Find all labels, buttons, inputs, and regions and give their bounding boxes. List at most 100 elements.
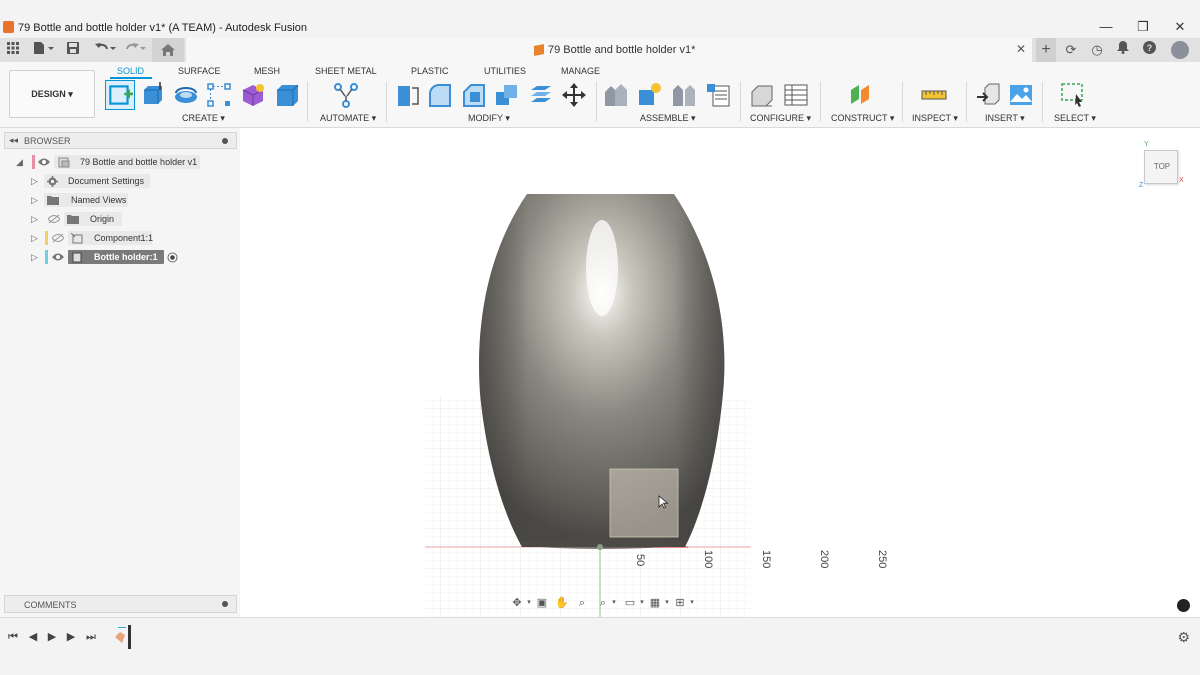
create-group-label[interactable]: CREATE ▾	[182, 113, 225, 124]
tab-sheet-metal[interactable]: SHEET METAL	[315, 66, 377, 76]
help-icon[interactable]: ?	[1140, 41, 1158, 59]
expand-triangle-icon[interactable]: ▷	[31, 252, 38, 263]
new-tab-plus-icon[interactable]: +	[1036, 38, 1056, 62]
select-group-label[interactable]: SELECT ▾	[1054, 113, 1096, 124]
bottle-model[interactable]	[479, 194, 725, 549]
timeline-settings-gear-icon[interactable]: ⚙	[1177, 629, 1190, 646]
insert-group-label[interactable]: INSERT ▾	[985, 113, 1025, 124]
extrude-tool[interactable]	[140, 82, 166, 108]
workspace-switcher-button[interactable]: DESIGN ▾	[9, 70, 95, 118]
tab-solid[interactable]: SOLID	[117, 66, 144, 76]
save-icon[interactable]	[64, 41, 82, 59]
new-component-tool[interactable]	[603, 82, 629, 108]
inspect-group-label[interactable]: INSPECT ▾	[912, 113, 958, 124]
configuration-table-tool[interactable]	[783, 82, 809, 108]
file-menu-icon[interactable]	[30, 41, 56, 59]
display-settings-badge-icon[interactable]	[1177, 599, 1190, 612]
home-icon[interactable]	[152, 38, 184, 62]
origin-point[interactable]	[597, 544, 603, 550]
create-sketch-tool[interactable]	[105, 80, 135, 110]
expand-triangle-icon[interactable]: ▷	[31, 233, 38, 244]
browser-item-bottle-holder[interactable]: ▷ Bottle holder:1	[14, 250, 184, 265]
chamfer-tool[interactable]	[461, 82, 487, 108]
press-pull-tool[interactable]	[394, 82, 420, 108]
construct-group-label[interactable]: CONSTRUCT ▾	[831, 113, 894, 124]
browser-item-document-settings[interactable]: ▷ Document Settings	[14, 174, 154, 189]
browser-root-item[interactable]: ◢ 79 Bottle and bottle holder v1	[14, 155, 204, 170]
look-at-icon[interactable]: ▣	[535, 596, 549, 610]
timeline-last-icon[interactable]: ⏭	[84, 630, 98, 644]
zoom-dropdown-icon[interactable]: ▾	[607, 596, 621, 610]
zoom-icon[interactable]: ⌕	[575, 596, 589, 610]
tab-surface[interactable]: SURFACE	[178, 66, 221, 76]
close-tab-button[interactable]: ✕	[1016, 42, 1026, 56]
hidden-eye-icon[interactable]	[51, 233, 65, 243]
undo-icon[interactable]	[92, 41, 118, 59]
configure-model-tool[interactable]	[749, 82, 775, 108]
timeline-play-icon[interactable]: ▶	[45, 630, 59, 644]
data-panel-grid-icon[interactable]	[5, 41, 21, 59]
activate-radio-icon[interactable]	[167, 252, 179, 263]
browser-panel-header[interactable]: ◂◂ BROWSER	[4, 132, 237, 149]
expand-triangle-icon[interactable]: ▷	[31, 214, 38, 225]
collapse-triangle-icon[interactable]: ◢	[16, 157, 23, 168]
fillet-tool[interactable]	[427, 82, 453, 108]
combine-tool[interactable]	[494, 82, 520, 108]
redo-icon[interactable]	[122, 41, 148, 59]
insert-derive-tool[interactable]	[975, 82, 1001, 108]
timeline-next-icon[interactable]: ▶	[64, 630, 78, 644]
expand-triangle-icon[interactable]: ▷	[31, 176, 38, 187]
browser-item-named-views[interactable]: ▷ Named Views	[14, 193, 134, 208]
maximize-button[interactable]: ❐	[1130, 18, 1156, 36]
select-tool[interactable]	[1060, 82, 1086, 108]
box-tool[interactable]	[274, 82, 300, 108]
measure-tool[interactable]	[921, 82, 947, 108]
automate-tool[interactable]	[333, 82, 359, 108]
tab-mesh[interactable]: MESH	[254, 66, 280, 76]
visibility-eye-icon[interactable]	[38, 157, 50, 167]
timeline-feature-icon[interactable]	[114, 626, 128, 645]
pan-hand-icon[interactable]: ✋	[555, 596, 569, 610]
browser-item-origin[interactable]: ▷ Origin	[14, 212, 124, 227]
user-avatar[interactable]	[1171, 41, 1189, 59]
visibility-eye-icon[interactable]	[52, 252, 64, 262]
display-dropdown-icon[interactable]: ▾	[635, 596, 649, 610]
timeline-first-icon[interactable]: ⏮	[6, 630, 20, 644]
tab-plastic[interactable]: PLASTIC	[411, 66, 449, 76]
panel-pin-icon[interactable]	[222, 138, 228, 144]
assemble-group-label[interactable]: ASSEMBLE ▾	[640, 113, 696, 124]
expand-triangle-icon[interactable]: ▷	[31, 195, 38, 206]
bill-of-materials-tool[interactable]	[705, 82, 731, 108]
browser-item-component1[interactable]: ▷ Component1:1	[14, 231, 164, 246]
automate-group-label[interactable]: AUTOMATE ▾	[320, 113, 376, 124]
job-status-clock-icon[interactable]: ◷	[1088, 41, 1106, 59]
grid-dropdown-icon[interactable]: ▾	[660, 596, 674, 610]
viewports-dropdown-icon[interactable]: ▾	[685, 596, 699, 610]
minimize-button[interactable]: —	[1093, 18, 1119, 36]
move-copy-tool[interactable]	[561, 82, 587, 108]
view-cube-face[interactable]: TOP	[1145, 162, 1179, 171]
modify-group-label[interactable]: MODIFY ▾	[468, 113, 510, 124]
panel-pin-icon[interactable]	[222, 601, 228, 607]
offset-plane-tool[interactable]	[848, 82, 874, 108]
create-form-tool[interactable]	[240, 82, 266, 108]
document-tab[interactable]: 79 Bottle and bottle holder v1* ✕	[186, 38, 1032, 62]
canvas-viewport[interactable]: 50 100 150 200 250 TOP Y X Z	[240, 128, 1200, 617]
orbit-dropdown-icon[interactable]: ▾	[522, 596, 536, 610]
view-cube[interactable]: TOP	[1144, 150, 1178, 184]
timeline-marker[interactable]	[128, 625, 131, 649]
insert-canvas-tool[interactable]	[1008, 82, 1034, 108]
collapse-panel-icon[interactable]: ◂◂	[9, 135, 18, 146]
close-window-button[interactable]: ✕	[1167, 18, 1193, 36]
pattern-tool[interactable]	[206, 82, 232, 108]
joint-tool[interactable]	[637, 82, 663, 108]
tab-manage[interactable]: MANAGE	[561, 66, 600, 76]
notifications-bell-icon[interactable]	[1114, 41, 1132, 59]
revolve-tool[interactable]	[173, 82, 199, 108]
as-built-joint-tool[interactable]	[671, 82, 697, 108]
hidden-eye-icon[interactable]	[47, 214, 61, 224]
extensions-icon[interactable]: ⟳	[1062, 41, 1080, 59]
offset-face-tool[interactable]	[528, 82, 554, 108]
tab-utilities[interactable]: UTILITIES	[484, 66, 526, 76]
configure-group-label[interactable]: CONFIGURE ▾	[750, 113, 811, 124]
